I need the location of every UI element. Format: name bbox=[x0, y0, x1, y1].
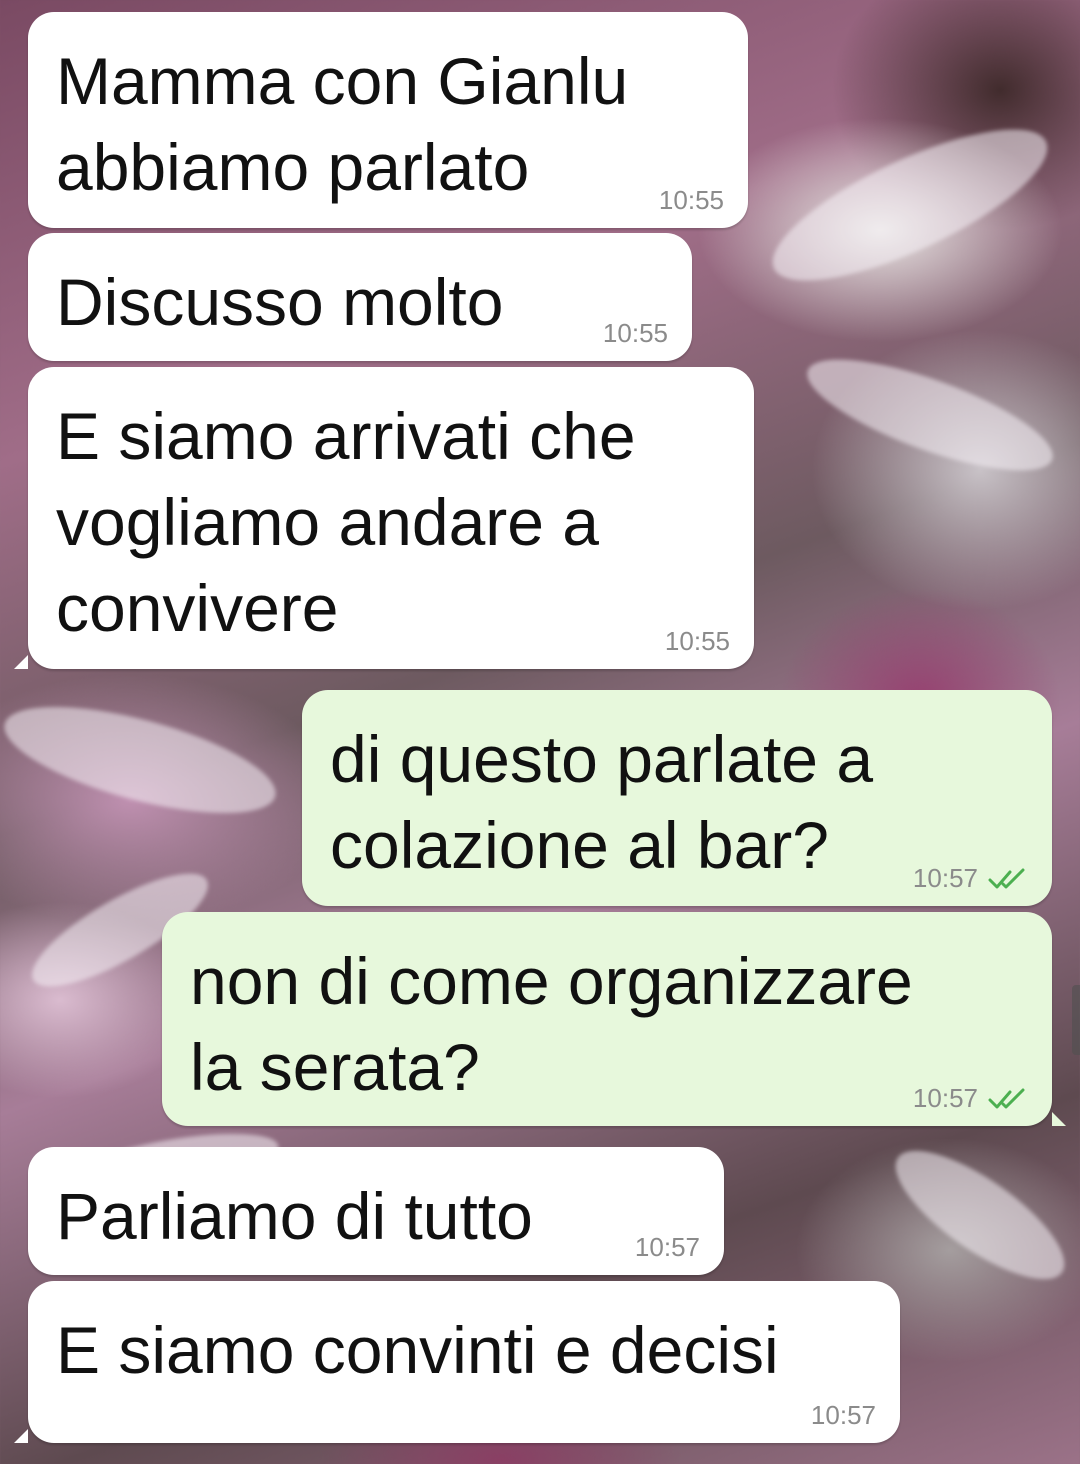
message-timestamp: 10:55 bbox=[658, 185, 724, 215]
double-check-icon bbox=[988, 868, 1025, 888]
message-timestamp: 10:55 bbox=[602, 318, 668, 348]
message-timestamp: 10:57 bbox=[912, 1083, 978, 1113]
message-text: Discusso molto bbox=[56, 265, 504, 339]
message-text: E siamo convinti e decisi bbox=[56, 1313, 779, 1387]
message-bubble-incoming[interactable]: E siamo convinti e decisi 10:57 bbox=[28, 1281, 900, 1443]
message-bubble-incoming[interactable]: Mamma con Gianlu abbiamo parlato 10:55 bbox=[28, 12, 748, 228]
message-meta: 10:57 bbox=[913, 863, 1028, 894]
double-check-icon bbox=[988, 1088, 1025, 1108]
message-meta: 10:57 bbox=[635, 1232, 700, 1263]
message-meta: 10:57 bbox=[811, 1400, 876, 1431]
scrollbar-thumb[interactable] bbox=[1072, 985, 1080, 1055]
message-meta: 10:55 bbox=[665, 626, 730, 657]
message-meta: 10:57 bbox=[913, 1083, 1028, 1114]
message-timestamp: 10:57 bbox=[634, 1232, 700, 1262]
message-bubble-incoming[interactable]: E siamo arrivati che vogliamo andare a c… bbox=[28, 367, 754, 669]
message-text: non di come organizzare la serata? bbox=[190, 944, 913, 1104]
message-text: Mamma con Gianlu abbiamo parlato bbox=[56, 44, 629, 204]
message-text: E siamo arrivati che vogliamo andare a c… bbox=[56, 399, 636, 645]
message-timestamp: 10:57 bbox=[912, 863, 978, 893]
message-bubble-incoming[interactable]: Discusso molto 10:55 bbox=[28, 233, 692, 361]
message-timestamp: 10:57 bbox=[810, 1400, 876, 1430]
bubble-tail bbox=[14, 1429, 28, 1443]
message-bubble-outgoing[interactable]: di questo parlate a colazione al bar? 10… bbox=[302, 690, 1052, 906]
message-timestamp: 10:55 bbox=[664, 626, 730, 656]
message-bubble-outgoing[interactable]: non di come organizzare la serata? 10:57 bbox=[162, 912, 1052, 1126]
message-meta: 10:55 bbox=[603, 318, 668, 349]
message-text: Parliamo di tutto bbox=[56, 1179, 533, 1253]
bubble-tail bbox=[1052, 1112, 1066, 1126]
bubble-tail bbox=[14, 655, 28, 669]
message-meta: 10:55 bbox=[659, 185, 724, 216]
message-bubble-incoming[interactable]: Parliamo di tutto 10:57 bbox=[28, 1147, 724, 1275]
